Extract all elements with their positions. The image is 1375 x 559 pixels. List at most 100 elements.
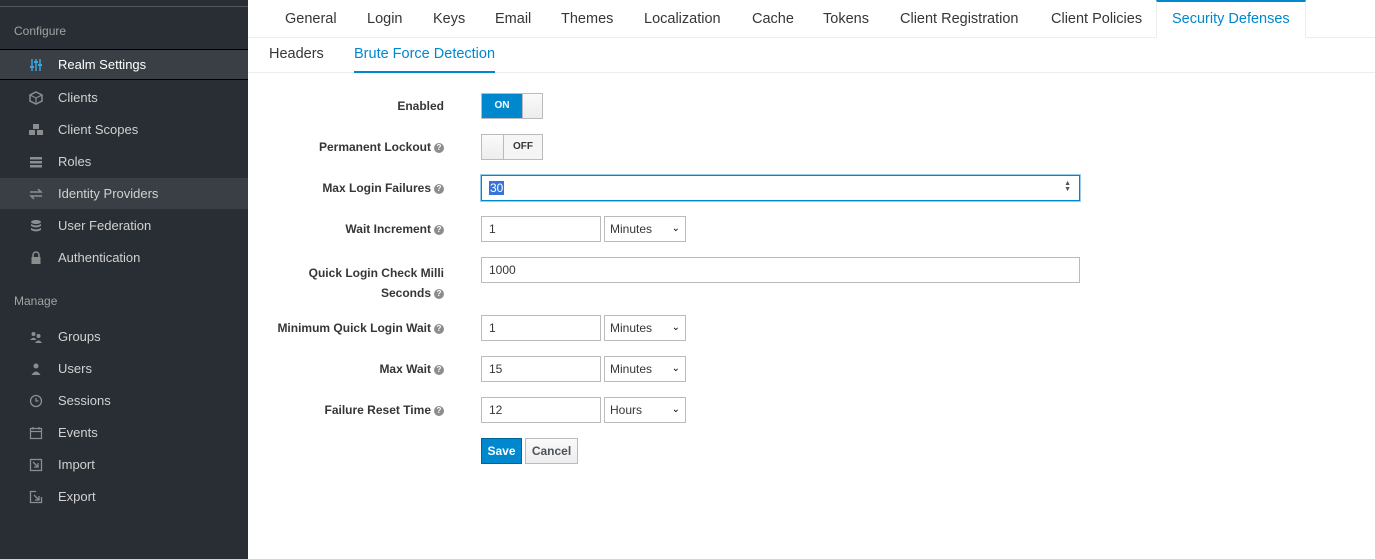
wait-increment-input[interactable]: 1 xyxy=(481,216,601,242)
user-icon xyxy=(28,362,44,376)
sidebar-divider xyxy=(0,6,248,7)
sidebar-item-label: Events xyxy=(58,425,98,440)
database-icon xyxy=(28,219,44,233)
select-value: Minutes xyxy=(610,321,653,335)
sidebar-item-label: User Federation xyxy=(58,218,152,233)
sidebar-item-users[interactable]: Users xyxy=(0,353,248,384)
select-value: Hours xyxy=(610,403,643,417)
sidebar-section-configure: Configure xyxy=(14,24,67,38)
selected-value: 30 xyxy=(489,181,505,195)
sidebar-item-client-scopes[interactable]: Client Scopes xyxy=(0,114,248,145)
toggle-knob xyxy=(522,94,542,118)
tab-security-defenses[interactable]: Security Defenses xyxy=(1156,0,1306,38)
failure-reset-time-unit-select[interactable]: Hours ⌄ xyxy=(604,397,686,423)
sidebar-item-label: Import xyxy=(58,457,95,472)
sidebar-item-label: Users xyxy=(58,361,92,376)
sidebar-item-groups[interactable]: Groups xyxy=(0,321,248,352)
min-quick-login-wait-input[interactable]: 1 xyxy=(481,315,601,341)
sidebar: Configure Realm Settings Clients Client … xyxy=(0,0,248,559)
wait-increment-label: Wait Increment? xyxy=(345,222,444,236)
cube-icon xyxy=(28,90,44,105)
sidebar-item-label: Authentication xyxy=(58,250,141,265)
select-value: Minutes xyxy=(610,362,653,376)
sidebar-item-label: Export xyxy=(58,489,96,504)
help-icon[interactable]: ? xyxy=(434,183,444,194)
realm-settings-tabs: General Login Keys Email Themes Localiza… xyxy=(248,0,1375,38)
permanent-lockout-toggle[interactable]: OFF xyxy=(481,134,543,160)
sidebar-item-label: Sessions xyxy=(58,393,111,408)
chevron-down-icon: ⌄ xyxy=(671,223,680,234)
min-quick-login-wait-label: Minimum Quick Login Wait? xyxy=(277,321,444,335)
import-icon xyxy=(28,458,44,472)
exchange-icon xyxy=(28,187,44,201)
tab-themes[interactable]: Themes xyxy=(561,0,613,38)
sidebar-item-label: Roles xyxy=(58,154,92,169)
quick-login-check-label: Quick Login Check Milli Seconds? xyxy=(308,266,444,300)
sidebar-item-roles[interactable]: Roles xyxy=(0,146,248,177)
sidebar-item-label: Groups xyxy=(58,329,101,344)
sidebar-item-clients[interactable]: Clients xyxy=(0,82,248,113)
min-quick-login-wait-unit-select[interactable]: Minutes ⌄ xyxy=(604,315,686,341)
tab-client-registration[interactable]: Client Registration xyxy=(900,0,1018,38)
sidebar-section-manage: Manage xyxy=(14,294,58,308)
max-login-failures-input[interactable]: 30 ▲ ▼ xyxy=(481,175,1080,201)
failure-reset-time-input[interactable]: 12 xyxy=(481,397,601,423)
help-icon[interactable]: ? xyxy=(434,405,444,416)
help-icon[interactable]: ? xyxy=(434,142,444,153)
subtab-brute-force-detection[interactable]: Brute Force Detection xyxy=(354,38,496,73)
tab-login[interactable]: Login xyxy=(367,0,402,38)
cancel-button[interactable]: Cancel xyxy=(525,438,578,464)
sidebar-item-import[interactable]: Import xyxy=(0,449,248,480)
tab-cache[interactable]: Cache xyxy=(752,0,794,38)
help-icon[interactable]: ? xyxy=(434,224,444,235)
toggle-knob xyxy=(482,135,504,159)
sidebar-item-identity-providers[interactable]: Identity Providers xyxy=(0,178,248,209)
chevron-down-icon: ⌄ xyxy=(671,363,680,374)
help-icon[interactable]: ? xyxy=(434,288,444,299)
sidebar-item-export[interactable]: Export xyxy=(0,481,248,512)
tab-email[interactable]: Email xyxy=(495,0,531,38)
sidebar-item-label: Realm Settings xyxy=(58,57,147,72)
enabled-label: Enabled xyxy=(397,99,444,113)
save-button[interactable]: Save xyxy=(481,438,522,464)
help-icon[interactable]: ? xyxy=(434,364,444,375)
calendar-icon xyxy=(28,426,44,440)
sidebar-item-user-federation[interactable]: User Federation xyxy=(0,210,248,241)
tab-client-policies[interactable]: Client Policies xyxy=(1051,0,1142,38)
security-defenses-subtabs: Headers Brute Force Detection xyxy=(248,38,1375,73)
number-spinner-icon[interactable]: ▲ ▼ xyxy=(1064,180,1071,193)
lock-icon xyxy=(28,250,44,265)
enabled-toggle[interactable]: ON xyxy=(481,93,543,119)
chevron-down-icon: ⌄ xyxy=(671,404,680,415)
select-value: Minutes xyxy=(610,222,653,236)
max-wait-label: Max Wait? xyxy=(379,362,444,376)
sidebar-item-realm-settings[interactable]: Realm Settings xyxy=(0,49,248,80)
toggle-on-text: ON xyxy=(482,94,522,118)
max-wait-input[interactable]: 15 xyxy=(481,356,601,382)
sidebar-item-label: Client Scopes xyxy=(58,122,139,137)
max-wait-unit-select[interactable]: Minutes ⌄ xyxy=(604,356,686,382)
tab-localization[interactable]: Localization xyxy=(644,0,721,38)
sidebar-item-events[interactable]: Events xyxy=(0,417,248,448)
tab-general[interactable]: General xyxy=(285,0,337,38)
users-icon xyxy=(28,330,44,344)
list-icon xyxy=(28,155,44,169)
sidebar-item-sessions[interactable]: Sessions xyxy=(0,385,248,416)
permanent-lockout-label: Permanent Lockout? xyxy=(319,140,444,154)
sidebar-item-label: Clients xyxy=(58,90,98,105)
quick-login-check-input[interactable]: 1000 xyxy=(481,257,1080,283)
subtab-headers[interactable]: Headers xyxy=(269,38,324,73)
tab-keys[interactable]: Keys xyxy=(433,0,465,38)
sidebar-item-authentication[interactable]: Authentication xyxy=(0,242,248,273)
sliders-icon xyxy=(28,58,44,72)
chevron-down-icon: ⌄ xyxy=(671,322,680,333)
help-icon[interactable]: ? xyxy=(434,323,444,334)
export-icon xyxy=(28,490,44,504)
tab-tokens[interactable]: Tokens xyxy=(823,0,869,38)
wait-increment-unit-select[interactable]: Minutes ⌄ xyxy=(604,216,686,242)
max-login-failures-label: Max Login Failures? xyxy=(322,181,444,195)
toggle-off-text: OFF xyxy=(504,135,542,159)
failure-reset-time-label: Failure Reset Time? xyxy=(325,403,444,417)
cubes-icon xyxy=(28,123,44,137)
sidebar-item-label: Identity Providers xyxy=(58,186,159,201)
